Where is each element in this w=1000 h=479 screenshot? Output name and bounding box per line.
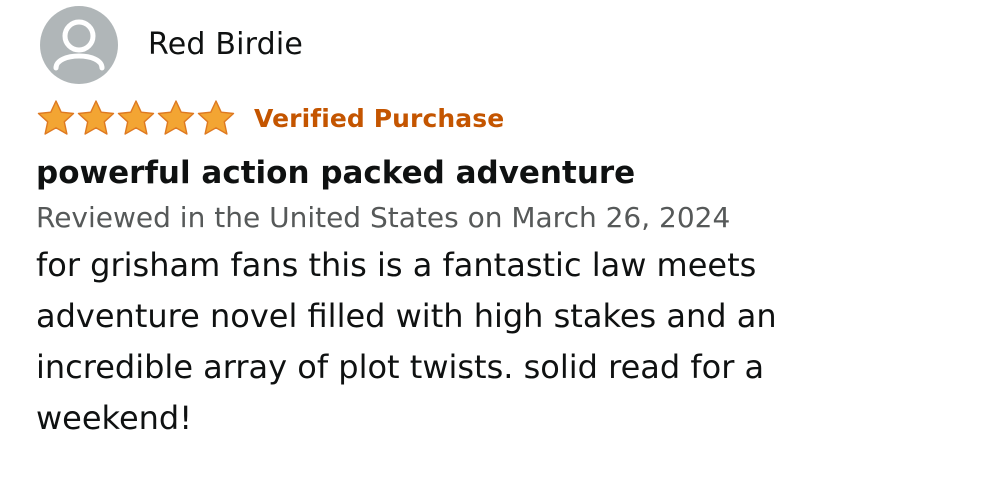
verified-purchase-badge: Verified Purchase: [254, 103, 505, 133]
star-filled-icon: [77, 100, 115, 135]
avatar[interactable]: [40, 6, 118, 84]
star-rating[interactable]: [36, 99, 236, 137]
reviewer-profile[interactable]: Red Birdie: [36, 6, 976, 84]
review-card: Red Birdie Verified Purchase powerful ac…: [36, 6, 976, 444]
review-body: for grisham fans this is a fantastic law…: [36, 246, 777, 437]
star-filled-icon: [157, 100, 195, 135]
user-silhouette-icon: [53, 19, 105, 71]
rating-row: Verified Purchase: [36, 98, 976, 138]
star-filled-icon: [117, 100, 155, 135]
review-date: Reviewed in the United States on March 2…: [36, 201, 731, 234]
star-filled-icon: [197, 100, 235, 135]
reviewer-name[interactable]: Red Birdie: [148, 28, 303, 62]
star-filled-icon: [37, 100, 75, 135]
review-title[interactable]: powerful action packed adventure: [36, 154, 976, 192]
